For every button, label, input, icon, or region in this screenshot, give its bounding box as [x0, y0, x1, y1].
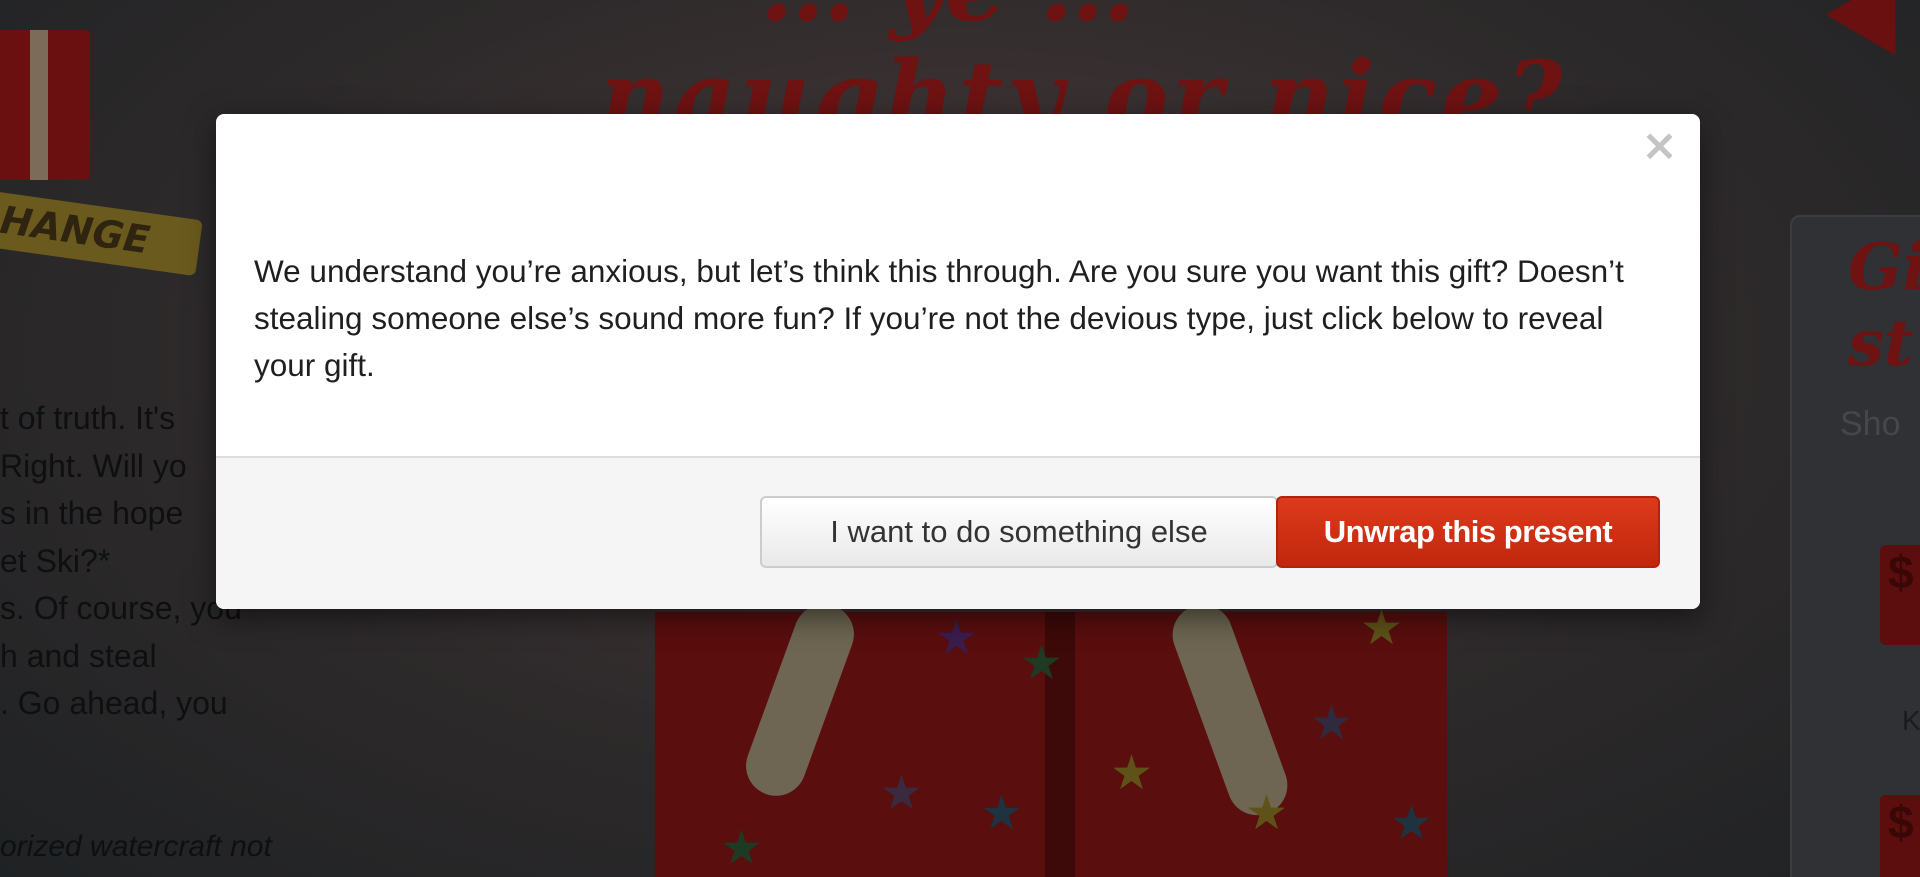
- sidebar-heading-line: Gi: [1848, 230, 1920, 305]
- body-line: . Go ahead, you: [0, 685, 228, 721]
- dialog-message: We understand you’re anxious, but let’s …: [254, 253, 1624, 383]
- sidebar-heading: Gi st: [1848, 230, 1920, 382]
- background-ribbon-decoration: [1825, 0, 1920, 76]
- star-icon: ★: [880, 767, 924, 820]
- sidebar-heading-line: st: [1848, 306, 1914, 381]
- confirm-dialog: × We understand you’re anxious, but let’…: [216, 114, 1700, 609]
- star-icon: ★: [980, 787, 1024, 840]
- price-badge: $: [1880, 795, 1920, 877]
- gift-logo-icon: [0, 30, 90, 180]
- background-footnote: orized watercraft not: [0, 830, 272, 863]
- star-icon: ★: [1245, 787, 1289, 840]
- unwrap-present-button[interactable]: Unwrap this present: [1276, 496, 1660, 568]
- body-line: h and steal: [0, 637, 157, 674]
- star-icon: ★: [1110, 747, 1154, 800]
- background-headline-top: … ye …: [760, 0, 1136, 43]
- star-icon: ★: [1390, 797, 1434, 850]
- star-icon: ★: [1360, 602, 1404, 655]
- dialog-footer: I want to do something else Unwrap this …: [216, 456, 1700, 609]
- close-icon[interactable]: ×: [1641, 124, 1678, 168]
- sidebar-letter: K: [1902, 705, 1920, 736]
- star-icon: ★: [720, 822, 764, 875]
- page-backdrop: … ye … naughty or nice? HANGE t of truth…: [0, 0, 1920, 877]
- sidebar-subheading: Sho: [1840, 405, 1901, 443]
- star-icon: ★: [1020, 637, 1064, 690]
- do-something-else-button[interactable]: I want to do something else: [760, 496, 1278, 568]
- star-icon: ★: [935, 612, 979, 665]
- price-badge: $: [1880, 545, 1920, 645]
- star-icon: ★: [1310, 697, 1354, 750]
